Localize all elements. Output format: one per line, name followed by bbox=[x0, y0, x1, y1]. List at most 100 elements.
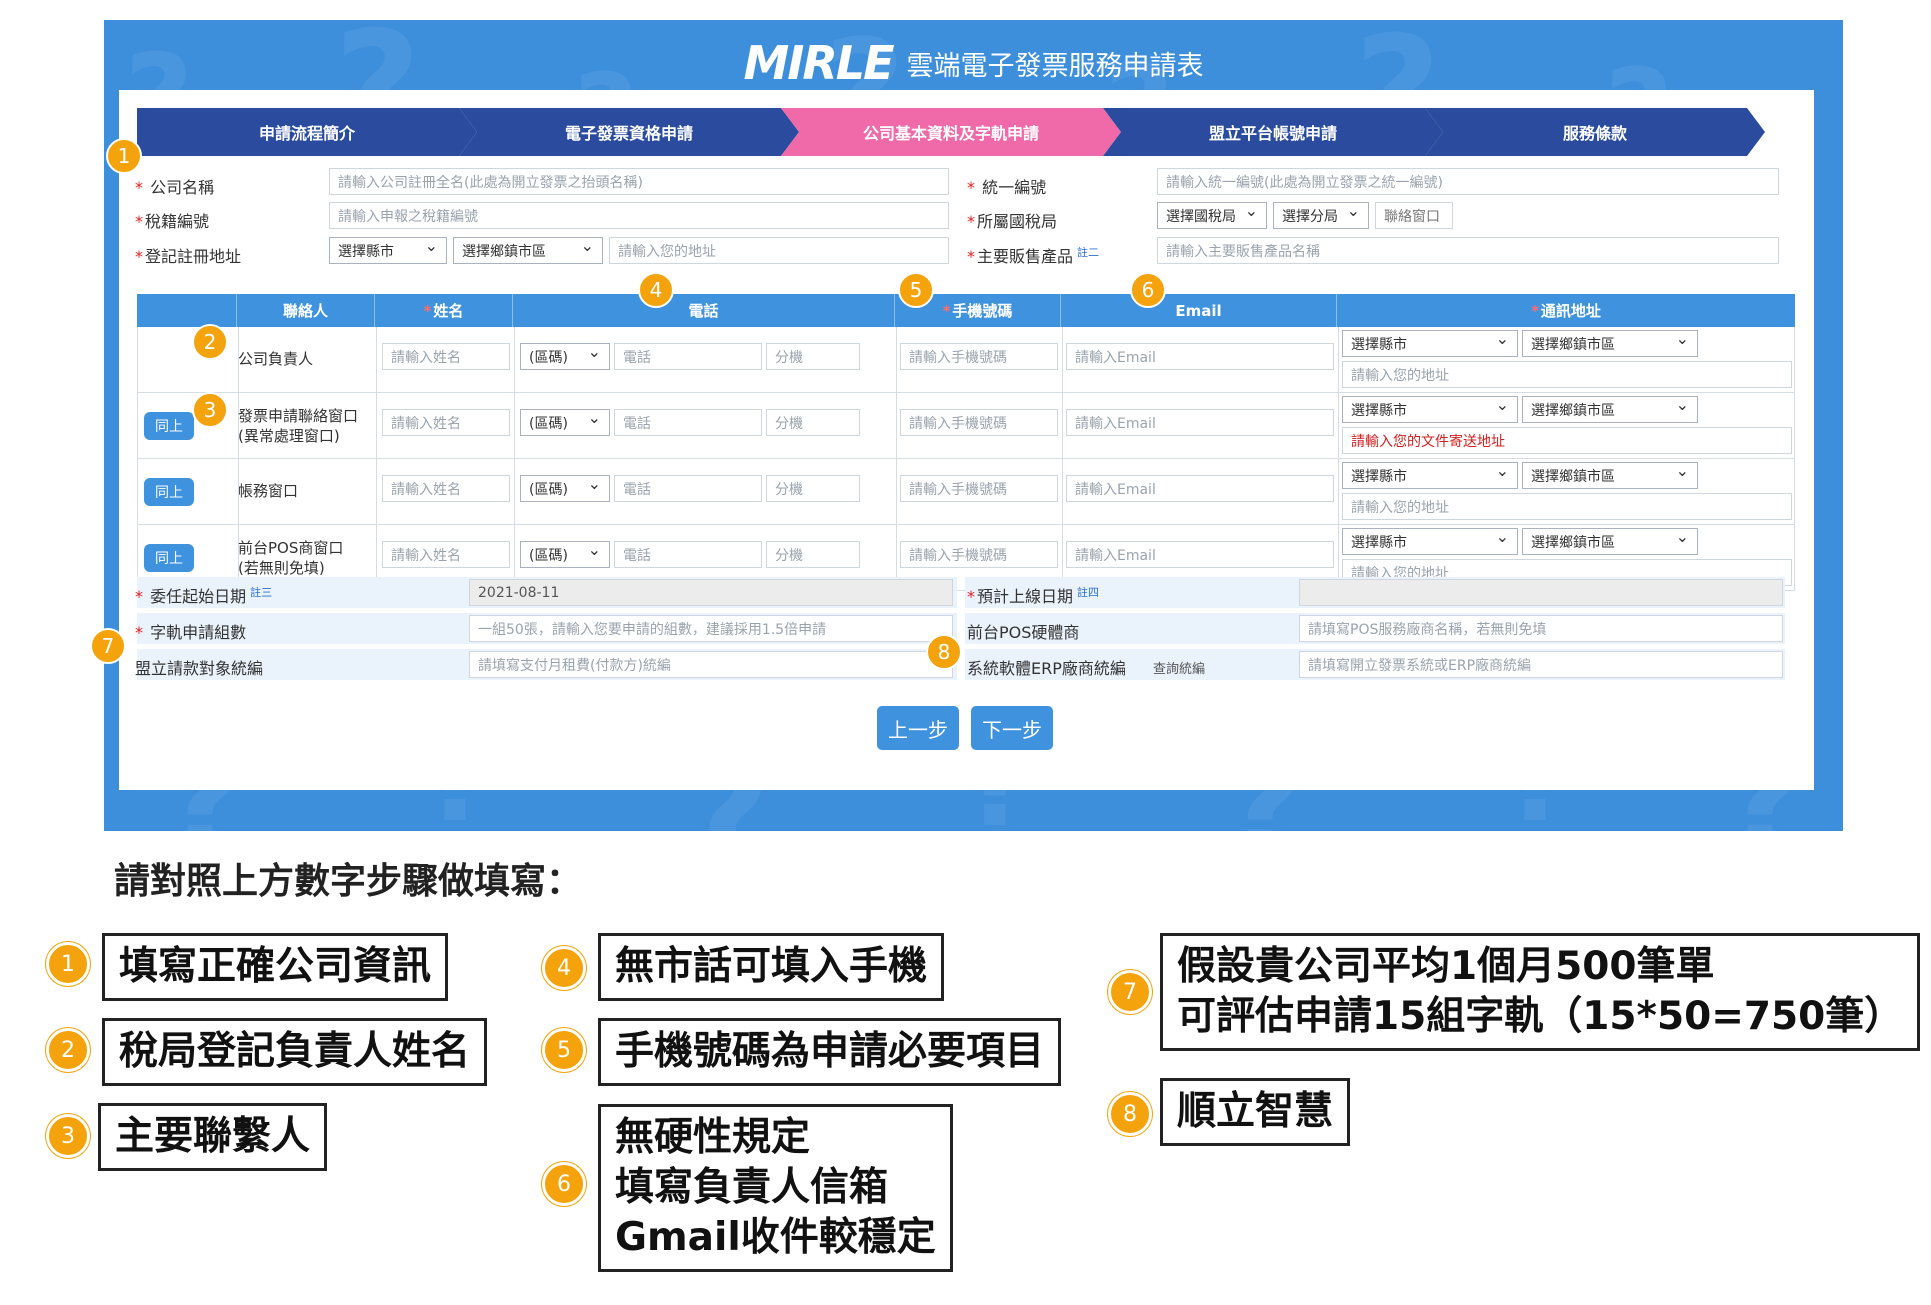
same-as-above-button[interactable]: 同上 bbox=[144, 478, 194, 506]
legend-badge-6: 6 bbox=[542, 1162, 586, 1206]
contact-role-label: 帳務窗口 bbox=[238, 482, 299, 500]
contact-address-input[interactable]: 請輸入您的文件寄送地址 bbox=[1342, 427, 1792, 454]
start-date-input[interactable]: 2021-08-11 bbox=[469, 579, 953, 606]
extension-input[interactable]: 分機 bbox=[766, 343, 860, 370]
mobile-input[interactable]: 請輸入手機號碼 bbox=[900, 409, 1058, 436]
extension-input[interactable]: 分機 bbox=[766, 541, 860, 568]
contact-name-input[interactable]: 請輸入姓名 bbox=[382, 541, 510, 568]
erp-label: 系統軟體ERP廠商統編 bbox=[967, 659, 1126, 678]
pos-input[interactable]: 請填寫POS服務廠商名稱，若無則免填 bbox=[1299, 615, 1783, 642]
contact-city-select[interactable]: 選擇縣市 bbox=[1342, 528, 1518, 555]
tax-branch-select[interactable]: 選擇分局 bbox=[1273, 202, 1369, 229]
step-platform-account[interactable]: 盟立平台帳號申請 bbox=[1103, 108, 1443, 156]
progress-steps: 申請流程簡介 電子發票資格申請 公司基本資料及字軌申請 盟立平台帳號申請 服務條… bbox=[137, 108, 1777, 156]
contact-district-select[interactable]: 選擇鄉鎮市區 bbox=[1522, 528, 1698, 555]
step-company-info[interactable]: 公司基本資料及字軌申請 bbox=[781, 108, 1121, 156]
legend-badge-5: 5 bbox=[542, 1028, 586, 1072]
contact-address-input[interactable]: 請輸入您的地址 bbox=[1342, 361, 1792, 388]
phone-input[interactable]: 電話 bbox=[614, 409, 762, 436]
step-badge-7: 7 bbox=[90, 628, 126, 664]
step-badge-1: 1 bbox=[106, 138, 142, 174]
address-city-select[interactable]: 選擇縣市 bbox=[329, 237, 447, 264]
step-qualification[interactable]: 電子發票資格申請 bbox=[459, 108, 799, 156]
tax-registration-input[interactable]: 請輸入申報之稅籍編號 bbox=[329, 202, 949, 229]
erp-lookup-link[interactable]: 查詢統編 bbox=[1153, 658, 1205, 677]
address-input[interactable]: 請輸入您的地址 bbox=[609, 237, 949, 264]
area-code-select[interactable]: (區碼) bbox=[520, 409, 610, 436]
contact-name-input[interactable]: 請輸入姓名 bbox=[382, 475, 510, 502]
tax-office-select[interactable]: 選擇國稅局 bbox=[1157, 202, 1267, 229]
form-panel: 申請流程簡介 電子發票資格申請 公司基本資料及字軌申請 盟立平台帳號申請 服務條… bbox=[119, 90, 1814, 790]
phone-input[interactable]: 電話 bbox=[614, 343, 762, 370]
erp-input[interactable]: 請填寫開立發票系統或ERP廠商統編 bbox=[1299, 651, 1783, 678]
step-badge-6: 6 bbox=[1130, 272, 1166, 308]
contact-district-select[interactable]: 選擇鄉鎮市區 bbox=[1522, 396, 1698, 423]
email-input[interactable]: 請輸入Email bbox=[1066, 541, 1334, 568]
contact-city-select[interactable]: 選擇縣市 bbox=[1342, 462, 1518, 489]
company-name-input[interactable]: 請輸入公司註冊全名(此處為開立發票之抬頭名稱) bbox=[329, 168, 949, 195]
legend-badge-2: 2 bbox=[46, 1028, 90, 1072]
contact-city-select[interactable]: 選擇縣市 bbox=[1342, 330, 1518, 357]
step-badge-8: 8 bbox=[926, 634, 962, 670]
mobile-input[interactable]: 請輸入手機號碼 bbox=[900, 541, 1058, 568]
mobile-input[interactable]: 請輸入手機號碼 bbox=[900, 343, 1058, 370]
col-address: * 通訊地址 bbox=[1531, 301, 1601, 321]
step-terms[interactable]: 服務條款 bbox=[1425, 108, 1765, 156]
contact-table-header: 聯絡人 * 姓名 電話 * 手機號碼 Email * 通訊地址 bbox=[137, 294, 1795, 327]
legend-item-3: 主要聯繫人 bbox=[98, 1103, 328, 1171]
start-date-label: * 委任起始日期 註三 bbox=[135, 585, 273, 606]
step-badge-3: 3 bbox=[192, 392, 228, 428]
extension-input[interactable]: 分機 bbox=[766, 475, 860, 502]
phone-input[interactable]: 電話 bbox=[614, 541, 762, 568]
table-divider bbox=[376, 393, 377, 458]
legend-item-1: 填寫正確公司資訊 bbox=[102, 933, 449, 1001]
legend-item-5: 手機號碼為申請必要項目 bbox=[598, 1018, 1062, 1086]
email-input[interactable]: 請輸入Email bbox=[1066, 409, 1334, 436]
contact-row: 公司負責人 請輸入姓名 (區碼)電話分機 請輸入手機號碼請輸入Email 選擇縣市選擇鄉… bbox=[137, 327, 1795, 393]
table-divider bbox=[1062, 327, 1063, 392]
contact-district-select[interactable]: 選擇鄉鎮市區 bbox=[1522, 462, 1698, 489]
same-as-above-button[interactable]: 同上 bbox=[144, 412, 194, 440]
legend-item-8: 順立智慧 bbox=[1160, 1078, 1351, 1146]
step-intro[interactable]: 申請流程簡介 bbox=[137, 108, 477, 156]
tax-contact-window[interactable]: 聯絡窗口 bbox=[1375, 202, 1453, 229]
table-divider bbox=[514, 459, 515, 524]
table-divider bbox=[1338, 393, 1339, 458]
tax-number-label: * 統一編號 bbox=[967, 178, 1047, 197]
legend-item-7: 假設貴公司平均1個月500筆單 可評估申請15組字軌（15*50=750筆） bbox=[1160, 933, 1921, 1051]
phone-input[interactable]: 電話 bbox=[614, 475, 762, 502]
prev-button[interactable]: 上一步 bbox=[877, 706, 959, 750]
next-button[interactable]: 下一步 bbox=[971, 706, 1053, 750]
area-code-select[interactable]: (區碼) bbox=[520, 343, 610, 370]
step-badge-4: 4 bbox=[638, 272, 674, 308]
mirle-logo: MIRLE bbox=[743, 36, 894, 90]
golive-input[interactable] bbox=[1299, 579, 1783, 606]
email-input[interactable]: 請輸入Email bbox=[1066, 475, 1334, 502]
extension-input[interactable]: 分機 bbox=[766, 409, 860, 436]
area-code-select[interactable]: (區碼) bbox=[520, 541, 610, 568]
contact-address-input[interactable]: 請輸入您的地址 bbox=[1342, 493, 1792, 520]
product-input[interactable]: 請輸入主要販售產品名稱 bbox=[1157, 237, 1779, 264]
mobile-input[interactable]: 請輸入手機號碼 bbox=[900, 475, 1058, 502]
contact-name-input[interactable]: 請輸入姓名 bbox=[382, 409, 510, 436]
table-divider bbox=[896, 327, 897, 392]
address-district-select[interactable]: 選擇鄉鎮市區 bbox=[453, 237, 603, 264]
company-name-label: * 公司名稱 bbox=[135, 178, 215, 197]
track-input[interactable]: 一組50張，請輸入您要申請的組數，建議採用1.5倍申請 bbox=[469, 615, 953, 642]
legend-item-4: 無市話可填入手機 bbox=[598, 933, 945, 1001]
contact-role-label: 公司負責人 bbox=[238, 350, 314, 368]
col-email: Email bbox=[1061, 294, 1337, 327]
contact-district-select[interactable]: 選擇鄉鎮市區 bbox=[1522, 330, 1698, 357]
same-as-above-button[interactable]: 同上 bbox=[144, 544, 194, 572]
contact-city-select[interactable]: 選擇縣市 bbox=[1342, 396, 1518, 423]
table-divider bbox=[376, 327, 377, 392]
col-contact: 聯絡人 bbox=[237, 294, 375, 327]
legend-badge-8: 8 bbox=[1108, 1092, 1152, 1136]
billing-input[interactable]: 請填寫支付月租費(付款方)統編 bbox=[469, 651, 953, 678]
email-input[interactable]: 請輸入Email bbox=[1066, 343, 1334, 370]
address-label: * 登記註冊地址 bbox=[135, 247, 242, 266]
tax-number-input[interactable]: 請輸入統一編號(此處為開立發票之統一編號) bbox=[1157, 168, 1779, 195]
contact-name-input[interactable]: 請輸入姓名 bbox=[382, 343, 510, 370]
area-code-select[interactable]: (區碼) bbox=[520, 475, 610, 502]
contact-row: 同上 發票申請聯絡窗口 (異常處理窗口) 請輸入姓名 (區碼)電話分機 請輸入手機號碼請… bbox=[137, 393, 1795, 459]
